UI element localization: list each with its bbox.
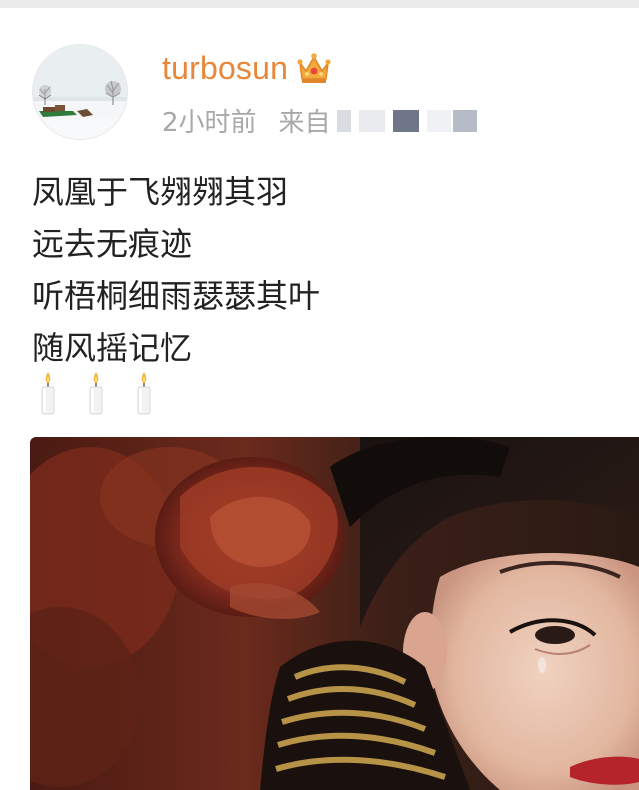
post-line: 凤凰于飞翙翙其羽 <box>32 173 289 211</box>
source-label: 来自 <box>278 107 331 138</box>
post-body: 凤凰于飞翙翙其羽 远去无痕迹 听梧桐细雨瑟瑟其叶 随风摇记忆 <box>32 166 612 374</box>
crown-icon[interactable] <box>296 51 332 85</box>
weibo-post-page: turbosun 2小时前 来自 凤凰于飞翙翙其羽 远去无痕迹 听梧桐细雨瑟瑟其… <box>0 0 639 790</box>
avatar[interactable] <box>32 44 128 140</box>
tearful-woman-photo-icon <box>30 437 639 790</box>
author-row: turbosun <box>162 46 332 90</box>
post-meta: 2小时前 来自 <box>162 100 483 140</box>
post-line: 远去无痕迹 <box>32 225 193 263</box>
candle-icon <box>137 372 151 415</box>
post-line: 听梧桐细雨瑟瑟其叶 <box>32 277 321 315</box>
top-divider <box>0 0 639 8</box>
post-image[interactable] <box>30 437 639 790</box>
post-line: 随风摇记忆 <box>32 329 193 367</box>
post-time: 2小时前 <box>162 107 257 138</box>
emoji-row <box>38 370 154 416</box>
source-redacted <box>333 102 483 138</box>
candle-icon <box>41 372 55 415</box>
candle-icon <box>89 372 103 415</box>
author-name[interactable]: turbosun <box>162 50 288 87</box>
snowy-landscape-avatar-icon <box>33 45 127 139</box>
